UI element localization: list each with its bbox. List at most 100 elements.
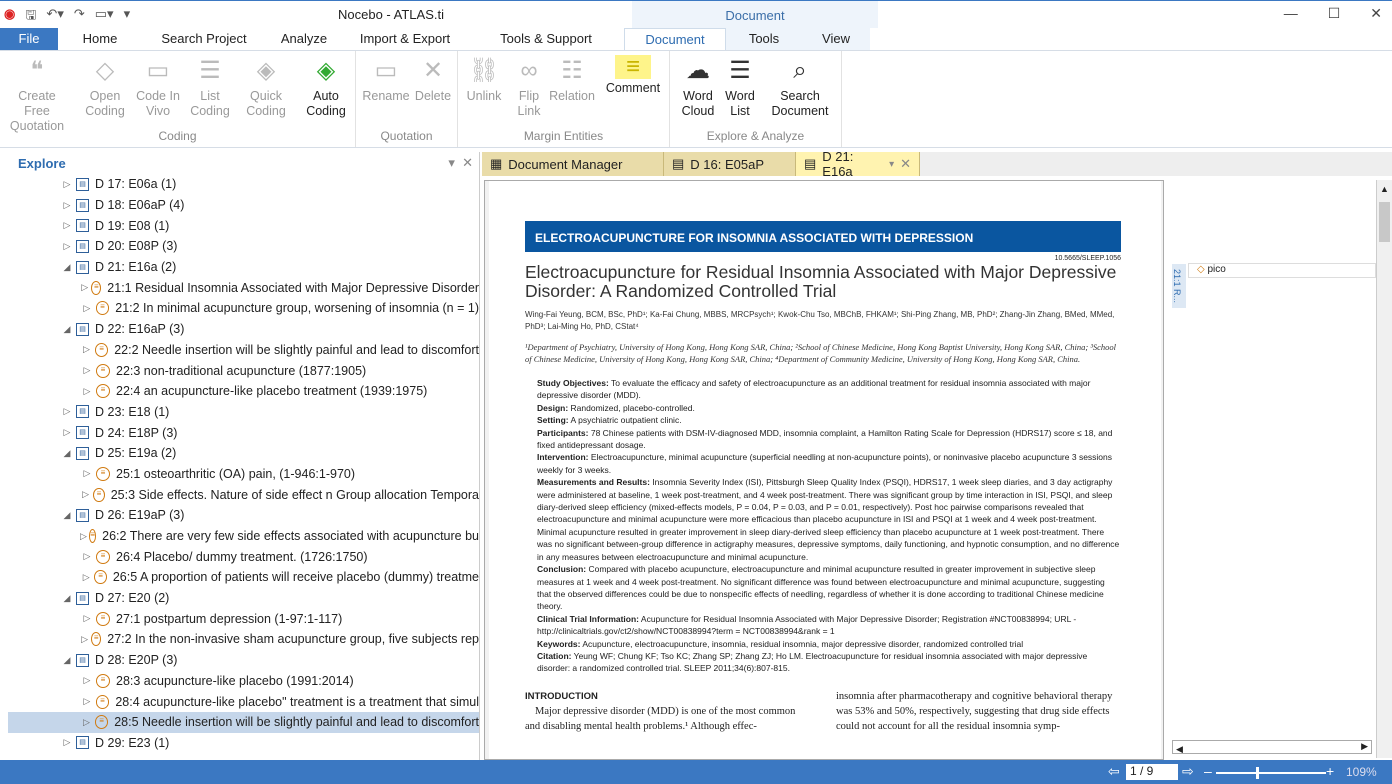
code-in-vivo-button[interactable]: ▭ Code In Vivo <box>132 55 184 119</box>
expand-icon[interactable]: ▷ <box>80 613 94 624</box>
tree-document-item[interactable]: ▷ ▤ D 19: E08 (1) <box>8 215 479 236</box>
expand-icon[interactable]: ▷ <box>60 220 74 231</box>
tab-import-export[interactable]: Import & Export <box>342 28 468 50</box>
flip-link-button[interactable]: ∞ Flip Link <box>510 55 548 119</box>
tree-document-item[interactable]: ◢ ▤ D 27: E20 (2) <box>8 588 479 609</box>
maximize-icon[interactable]: ☐ <box>1328 5 1341 22</box>
undo-icon[interactable]: ↶▾ <box>46 6 63 28</box>
tree-quotation-item[interactable]: ▷ ≡ 26:2 There are very few side effects a… <box>8 526 479 547</box>
redo-icon[interactable]: ↷ <box>74 6 85 28</box>
tree-quotation-item[interactable]: ▷ ≡ 26:5 A proportion of patients will rec… <box>8 567 479 588</box>
tree-quotation-item[interactable]: ▷ ≡ 22:3 non-traditional acupuncture (1877… <box>8 360 479 381</box>
save-icon[interactable]: 🖫 <box>25 6 36 28</box>
tree-quotation-item[interactable]: ▷ ≡ 22:2 Needle insertion will be slightly… <box>8 340 479 361</box>
collapse-icon[interactable]: ◢ <box>60 448 74 459</box>
tree-document-item[interactable]: ▷ ▤ D 17: E06a (1) <box>8 174 479 195</box>
tree-document-item[interactable]: ▷ ▤ D 24: E18P (3) <box>8 422 479 443</box>
tree-document-item[interactable]: ▷ ▤ D 18: E06aP (4) <box>8 195 479 216</box>
tree-quotation-item[interactable]: ▷ ≡ 25:1 osteoarthritic (OA) pain, (1-946:… <box>8 464 479 485</box>
page-number-field[interactable]: 1 / 9 <box>1126 764 1178 780</box>
quick-coding-button[interactable]: ◈ Quick Coding <box>240 55 292 119</box>
tab-view[interactable]: View <box>802 28 870 50</box>
layout-icon[interactable]: ▭▾ <box>95 6 114 28</box>
customize-icon[interactable]: ▾ <box>124 6 131 28</box>
expand-icon[interactable]: ▷ <box>80 489 91 500</box>
collapse-icon[interactable]: ◢ <box>60 324 74 335</box>
tree-document-item[interactable]: ◢ ▤ D 26: E19aP (3) <box>8 505 479 526</box>
tree-quotation-item[interactable]: ▷ ≡ 27:2 In the non-invasive sham acupunct… <box>8 629 479 650</box>
tab-menu-icon[interactable]: ▾ <box>889 159 894 170</box>
tab-close-icon[interactable]: ✕ <box>900 156 911 172</box>
expand-icon[interactable]: ▷ <box>60 200 74 211</box>
collapse-icon[interactable]: ◢ <box>60 593 74 604</box>
list-coding-button[interactable]: ☰ List Coding <box>186 55 234 119</box>
tree-document-item[interactable]: ◢ ▤ D 22: E16aP (3) <box>8 319 479 340</box>
comment-button[interactable]: ≡ Comment <box>602 55 664 96</box>
auto-coding-button[interactable]: ◈ Auto Coding <box>300 55 352 119</box>
tab-search-project[interactable]: Search Project <box>142 28 266 50</box>
tree-document-item[interactable]: ▷ ▤ D 20: E08P (3) <box>8 236 479 257</box>
tree-document-item[interactable]: ▷ ▤ D 23: E18 (1) <box>8 402 479 423</box>
expand-icon[interactable]: ▷ <box>80 468 94 479</box>
delete-button[interactable]: ✕ Delete <box>410 55 456 104</box>
minimize-icon[interactable]: — <box>1284 5 1298 22</box>
tree-document-item[interactable]: ▷ ▤ D 29: E23 (1) <box>8 733 479 754</box>
expand-icon[interactable]: ▷ <box>60 179 74 190</box>
tab-document[interactable]: Document <box>624 28 726 50</box>
next-page-icon[interactable]: ⇨ <box>1182 763 1194 780</box>
expand-icon[interactable]: ▷ <box>80 386 94 397</box>
previous-page-icon[interactable]: ⇦ <box>1108 763 1120 780</box>
collapse-icon[interactable]: ◢ <box>60 655 74 666</box>
tree-document-item[interactable]: ◢ ▤ D 25: E19a (2) <box>8 443 479 464</box>
open-coding-button[interactable]: ◇ Open Coding <box>80 55 130 119</box>
collapse-icon[interactable]: ◢ <box>60 262 74 273</box>
expand-icon[interactable]: ▷ <box>60 427 74 438</box>
collapse-icon[interactable]: ◢ <box>60 510 74 521</box>
expand-icon[interactable]: ▷ <box>60 406 74 417</box>
document-vertical-scrollbar[interactable]: ▲ <box>1376 180 1392 758</box>
expand-icon[interactable]: ▷ <box>80 531 87 542</box>
tab-home[interactable]: Home <box>58 28 142 50</box>
tree-quotation-item[interactable]: ▷ ≡ 21:1 Residual Insomnia Associated with… <box>8 277 479 298</box>
tree-quotation-item[interactable]: ▷ ≡ 27:1 postpartum depression (1-97:1-117… <box>8 608 479 629</box>
tab-document-manager[interactable]: ▦ Document Manager <box>482 152 664 176</box>
tree-quotation-item[interactable]: ▷ ≡ 22:4 an acupuncture-like placebo treat… <box>8 381 479 402</box>
expand-icon[interactable]: ▷ <box>60 241 74 252</box>
tree-quotation-item[interactable]: ▷ ≡ 21:2 In minimal acupuncture group, wor… <box>8 298 479 319</box>
expand-icon[interactable]: ▷ <box>80 634 89 645</box>
expand-icon[interactable]: ▷ <box>80 696 94 707</box>
zoom-out-icon[interactable]: – <box>1204 763 1212 779</box>
tree-document-item[interactable]: ◢ ▤ D 28: E20P (3) <box>8 650 479 671</box>
rename-button[interactable]: ▭ Rename <box>362 55 410 104</box>
tab-file[interactable]: File <box>0 28 58 50</box>
tree-document-item[interactable]: ◢ ▤ D 21: E16a (2) <box>8 257 479 278</box>
margin-horizontal-scrollbar[interactable]: ◀ ▶ <box>1172 740 1372 754</box>
expand-icon[interactable]: ▷ <box>60 737 74 748</box>
expand-icon[interactable]: ▷ <box>80 303 94 314</box>
zoom-in-icon[interactable]: + <box>1326 763 1334 779</box>
expand-icon[interactable]: ▷ <box>80 344 93 355</box>
search-document-button[interactable]: ⌕ Search Document <box>766 55 834 119</box>
expand-icon[interactable]: ▷ <box>80 365 94 376</box>
tree-quotation-item[interactable]: ▷ ≡ 25:3 Side effects. Nature of side effe… <box>8 484 479 505</box>
expand-icon[interactable]: ▷ <box>80 572 92 583</box>
close-icon[interactable]: ✕ <box>1370 5 1382 22</box>
relation-button[interactable]: ☷ Relation <box>548 55 596 104</box>
quotation-bar[interactable]: 21:1 R... <box>1172 264 1186 308</box>
expand-icon[interactable]: ▷ <box>80 551 94 562</box>
word-list-button[interactable]: ☰ Word List <box>720 55 760 119</box>
create-free-quotation-button[interactable]: ❝ Create Free Quotation <box>4 55 70 134</box>
expand-icon[interactable]: ▷ <box>80 675 94 686</box>
expand-icon[interactable]: ▷ <box>80 282 89 293</box>
tree-quotation-item[interactable]: ▷ ≡ 28:3 acupuncture-like placebo (1991:20… <box>8 671 479 692</box>
tab-analyze[interactable]: Analyze <box>266 28 342 50</box>
tab-d16[interactable]: ▤ D 16: E05aP <box>664 152 796 176</box>
word-cloud-button[interactable]: ☁ Word Cloud <box>676 55 720 119</box>
tree-quotation-item[interactable]: ▷ ≡ 28:4 acupuncture-like placebo" treatme… <box>8 691 479 712</box>
tab-d21[interactable]: ▤ D 21: E16a ▾ ✕ <box>796 149 920 179</box>
zoom-slider[interactable] <box>1216 767 1326 779</box>
tree-quotation-item[interactable]: ▷ ≡ 26:4 Placebo/ dummy treatment. (1726:1… <box>8 546 479 567</box>
code-pico[interactable]: ◇ pico <box>1188 263 1376 278</box>
unlink-button[interactable]: ⛓ Unlink <box>462 55 506 104</box>
expand-icon[interactable]: ▷ <box>80 717 93 728</box>
